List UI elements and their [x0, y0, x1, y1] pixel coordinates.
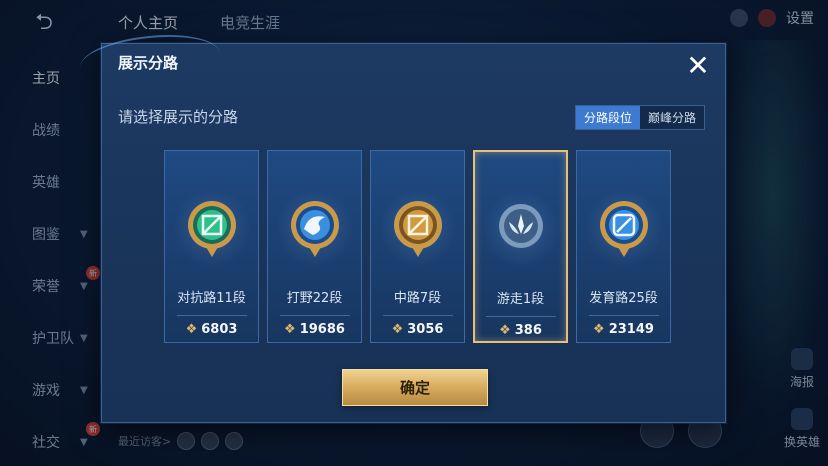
farm-lane-emblem-icon — [584, 189, 663, 267]
confirm-button[interactable]: 确定 — [342, 369, 488, 406]
lane-score-value: 19686 — [299, 322, 345, 337]
lane-name: 打野22段 — [286, 291, 343, 306]
lane-score: ❖ 386 — [499, 323, 542, 338]
lane-name: 中路7段 — [393, 291, 442, 306]
lane-display-dialog: 展示分路 ✕ 请选择展示的分路 分路段位 巅峰分路 对抗路11段 ❖ 6803 … — [101, 43, 726, 423]
roam-emblem-icon — [481, 190, 560, 268]
lane-score: ❖ 19686 — [284, 322, 345, 337]
card-divider — [382, 315, 453, 316]
lane-card-clash[interactable]: 对抗路11段 ❖ 6803 — [164, 150, 259, 343]
rank-points-icon: ❖ — [185, 322, 198, 337]
lane-score: ❖ 6803 — [186, 322, 238, 337]
lane-card-list: 对抗路11段 ❖ 6803 打野22段 ❖ 19686 中路7段 ❖ 3056 … — [164, 150, 671, 343]
lane-card-mid[interactable]: 中路7段 ❖ 3056 — [370, 150, 465, 343]
segment-lane-rank[interactable]: 分路段位 — [575, 106, 640, 129]
close-button[interactable]: ✕ — [683, 48, 713, 82]
segment-peak-lane[interactable]: 巅峰分路 — [640, 106, 704, 129]
lane-name: 对抗路11段 — [177, 291, 246, 306]
clash-lane-emblem-icon — [172, 189, 251, 267]
lane-score-value: 386 — [514, 323, 542, 338]
rank-points-icon: ❖ — [593, 322, 605, 337]
rank-points-icon: ❖ — [284, 322, 296, 337]
lane-score: ❖ 23149 — [593, 322, 654, 337]
card-divider — [588, 315, 659, 316]
lane-score-value: 23149 — [608, 322, 654, 337]
jungle-emblem-icon — [275, 189, 354, 267]
lane-score: ❖ 3056 — [392, 322, 444, 337]
lane-score-value: 3056 — [407, 322, 444, 337]
lane-card-farm[interactable]: 发育路25段 ❖ 23149 — [576, 150, 671, 343]
lane-mode-toggle: 分路段位 巅峰分路 — [574, 105, 705, 130]
mid-lane-emblem-icon — [378, 189, 457, 267]
lane-score-value: 6803 — [201, 322, 238, 337]
card-divider — [176, 315, 247, 316]
card-divider — [485, 316, 556, 317]
lane-name: 游走1段 — [496, 292, 545, 307]
dialog-title: 展示分路 — [118, 54, 179, 72]
rank-points-icon: ❖ — [499, 323, 511, 338]
dialog-prompt: 请选择展示的分路 — [118, 108, 239, 126]
close-x-icon: ✕ — [686, 48, 710, 82]
rank-points-icon: ❖ — [391, 322, 404, 337]
lane-name: 发育路25段 — [589, 291, 658, 306]
card-divider — [279, 315, 350, 316]
lane-card-jungle[interactable]: 打野22段 ❖ 19686 — [267, 150, 362, 343]
lane-card-roam[interactable]: 游走1段 ❖ 386 — [473, 150, 568, 343]
